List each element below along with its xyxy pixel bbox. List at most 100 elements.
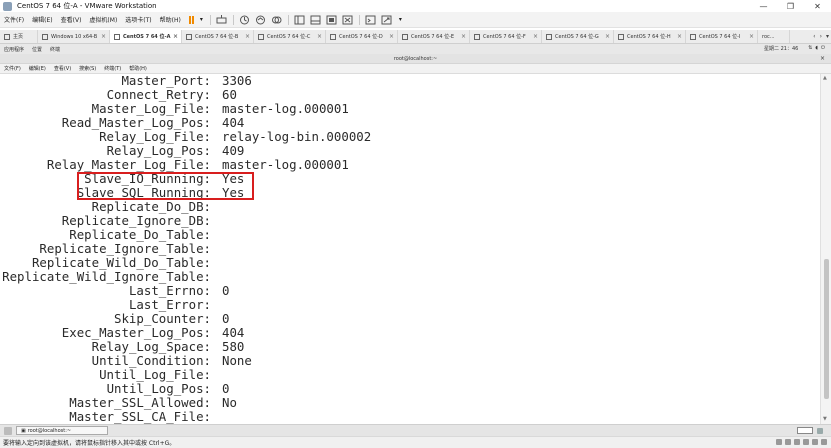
- tab-windows-10-b[interactable]: Windows 10 x64-B ×: [38, 30, 110, 43]
- toolbar-divider: [232, 14, 234, 25]
- revert-snapshot-icon[interactable]: [255, 14, 267, 25]
- window-controls: — ❐ ✕: [750, 0, 831, 12]
- display-icon[interactable]: [821, 439, 827, 445]
- status-value: 0: [222, 311, 230, 326]
- tab-close-icon[interactable]: ×: [677, 33, 682, 40]
- scroll-thumb[interactable]: [824, 259, 829, 399]
- terminal-menu-edit[interactable]: 编辑(E): [25, 65, 50, 72]
- tab-centos-h[interactable]: CentOS 7 64 位-H ×: [614, 30, 686, 43]
- chevron-down-icon[interactable]: ▾: [395, 16, 406, 23]
- tab-close-icon[interactable]: ×: [749, 33, 754, 40]
- console-view-icon[interactable]: [365, 14, 377, 25]
- status-key: Relay_Log_File:: [99, 129, 211, 144]
- places-menu[interactable]: 位置: [28, 46, 46, 53]
- sound-icon[interactable]: [812, 439, 818, 445]
- status-row: Skip_Counter: 0: [0, 312, 820, 326]
- snapshot-manager-icon[interactable]: [271, 14, 283, 25]
- workspace-indicator[interactable]: [797, 427, 813, 434]
- terminal-menu-view[interactable]: 查看(V): [50, 65, 75, 72]
- menu-help[interactable]: 帮助(H): [156, 15, 185, 24]
- tab-centos-d[interactable]: CentOS 7 64 位-D ×: [326, 30, 398, 43]
- vmware-status-bar: 要将输入定向到该虚拟机，请将鼠标指针移入其中或按 Ctrl+G。: [0, 436, 831, 448]
- vm-tab-bar: 主页 Windows 10 x64-B × CentOS 7 64 位-A × …: [0, 30, 831, 44]
- close-button[interactable]: ✕: [804, 0, 831, 12]
- vm-icon: [546, 33, 552, 40]
- maximize-button[interactable]: ❐: [777, 0, 804, 12]
- terminal-menu-help[interactable]: 帮助(H): [125, 65, 151, 72]
- status-key: Replicate_Do_DB:: [91, 199, 211, 214]
- notification-icon[interactable]: [817, 427, 823, 434]
- terminal-menu-terminal[interactable]: 终端(T): [100, 65, 125, 72]
- status-key: Until_Log_File:: [99, 367, 211, 382]
- status-value: 409: [222, 143, 245, 158]
- hard-disk-icon[interactable]: [776, 439, 782, 445]
- menu-tabs[interactable]: 选项卡(T): [121, 15, 155, 24]
- network-icon: ⇅: [808, 45, 813, 51]
- terminal-menu-file[interactable]: 文件(F): [0, 65, 25, 72]
- network-adapter-icon[interactable]: [794, 439, 800, 445]
- chevron-down-icon[interactable]: ▾: [824, 33, 831, 40]
- menu-view[interactable]: 查看(V): [57, 15, 86, 24]
- tab-close-icon[interactable]: ×: [605, 33, 610, 40]
- status-row: Replicate_Ignore_Table:: [0, 242, 820, 256]
- status-value: relay-log-bin.000002: [222, 129, 372, 144]
- send-keys-icon[interactable]: [216, 14, 228, 25]
- usb-icon[interactable]: [803, 439, 809, 445]
- status-value: 404: [222, 325, 245, 340]
- applications-menu[interactable]: 应用程序: [0, 46, 28, 53]
- status-key: Until_Log_Pos:: [106, 381, 211, 396]
- tab-close-icon[interactable]: ×: [245, 33, 250, 40]
- cd-drive-icon[interactable]: [785, 439, 791, 445]
- terminal-app-menu[interactable]: 终端: [46, 46, 64, 53]
- tab-close-icon[interactable]: ×: [101, 33, 106, 40]
- tab-close-icon[interactable]: ×: [317, 33, 322, 40]
- terminal-icon: ▣: [21, 427, 26, 434]
- tab-centos-f[interactable]: CentOS 7 64 位-F ×: [470, 30, 542, 43]
- guest-clock[interactable]: 星期二 21：46: [764, 45, 798, 52]
- tab-close-icon[interactable]: ×: [389, 33, 394, 40]
- status-value: 3306: [222, 74, 252, 88]
- tab-home[interactable]: 主页: [0, 30, 38, 43]
- show-desktop-icon[interactable]: [4, 426, 12, 435]
- tab-close-icon[interactable]: ×: [461, 33, 466, 40]
- scroll-down-icon[interactable]: ▼: [823, 416, 827, 422]
- status-key: Master_SSL_CA_File:: [69, 409, 211, 424]
- tab-roc[interactable]: roc...: [758, 30, 790, 43]
- status-row: Connect_Retry: 60: [0, 88, 820, 102]
- workspace-switcher[interactable]: [797, 427, 823, 434]
- stretch-guest-icon[interactable]: [381, 14, 393, 25]
- status-key: Until_Condition:: [91, 353, 211, 368]
- terminal-output[interactable]: Master_Port: 3306 Connect_Retry: 60 Master…: [0, 74, 820, 424]
- status-row: Relay_Log_File: relay-log-bin.000002: [0, 130, 820, 144]
- pause-icon[interactable]: [188, 15, 194, 24]
- chevron-down-icon[interactable]: ▾: [196, 16, 207, 23]
- tab-close-icon[interactable]: ×: [533, 33, 538, 40]
- terminal-menu-search[interactable]: 搜索(S): [75, 65, 100, 72]
- status-row: Last_Errno: 0: [0, 284, 820, 298]
- taskbar-terminal-label: root@localhost:~: [27, 427, 72, 434]
- tab-centos-b[interactable]: CentOS 7 64 位-B ×: [182, 30, 254, 43]
- terminal-scrollbar[interactable]: ▲ ▼: [820, 74, 831, 424]
- menu-file[interactable]: 文件(F): [0, 15, 28, 24]
- tab-navigation: ‹ › ▾: [811, 30, 831, 43]
- tab-centos-e[interactable]: CentOS 7 64 位-E ×: [398, 30, 470, 43]
- minimize-button[interactable]: —: [750, 0, 777, 12]
- guest-system-tray[interactable]: ⇅ ◖ ⏻: [808, 45, 825, 51]
- terminal-close-icon[interactable]: ×: [820, 55, 825, 62]
- thumbnail-view-icon[interactable]: [310, 14, 322, 25]
- tab-centos-a[interactable]: CentOS 7 64 位-A ×: [110, 30, 182, 43]
- tab-close-icon[interactable]: ×: [173, 33, 178, 40]
- menu-edit[interactable]: 编辑(E): [28, 15, 56, 24]
- taskbar-terminal-button[interactable]: ▣ root@localhost:~: [16, 426, 108, 435]
- snapshot-icon[interactable]: [239, 14, 251, 25]
- single-window-icon[interactable]: [326, 14, 338, 25]
- show-library-icon[interactable]: [294, 14, 306, 25]
- tab-centos-c[interactable]: CentOS 7 64 位-C ×: [254, 30, 326, 43]
- scroll-up-icon[interactable]: ▲: [823, 75, 827, 81]
- menu-vm[interactable]: 虚拟机(M): [85, 15, 121, 24]
- status-key: Replicate_Ignore_DB:: [61, 213, 211, 228]
- tab-centos-i[interactable]: CentOS 7 64 位-I ×: [686, 30, 758, 43]
- full-screen-icon[interactable]: [342, 14, 354, 25]
- status-key: Replicate_Wild_Do_Table:: [31, 255, 211, 270]
- tab-centos-g[interactable]: CentOS 7 64 位-G ×: [542, 30, 614, 43]
